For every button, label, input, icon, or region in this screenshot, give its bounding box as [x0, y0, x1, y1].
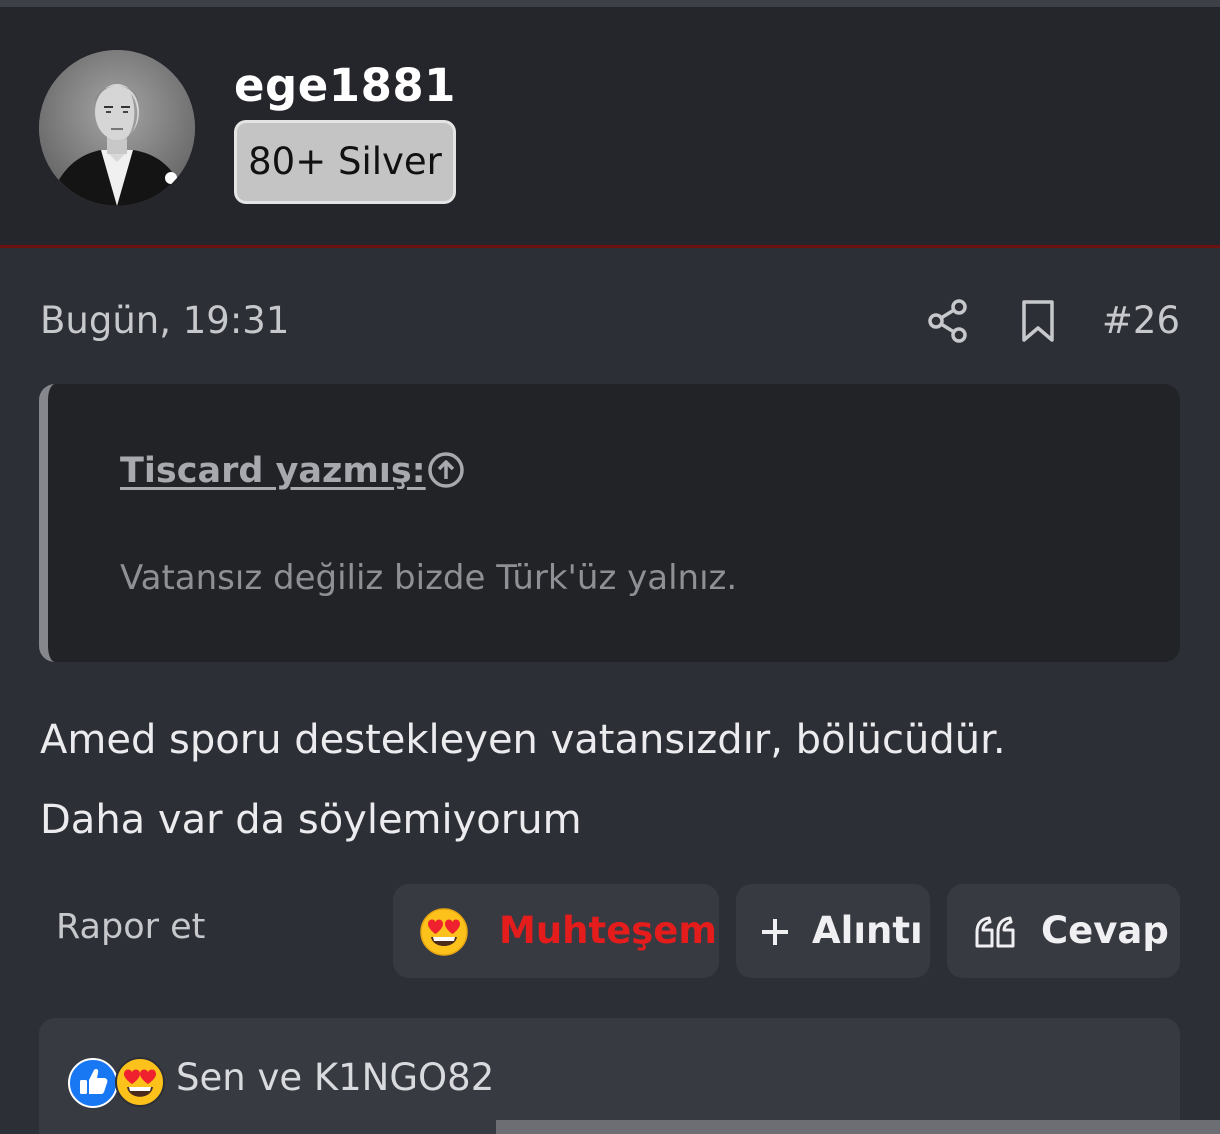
- quote-button[interactable]: Alıntı: [736, 884, 930, 978]
- bookmark-icon[interactable]: [1018, 298, 1058, 348]
- post-body-line: Amed sporu destekleyen vatansızdır, bölü…: [40, 717, 1006, 763]
- reaction-label: Muhteşem: [499, 909, 717, 952]
- reaction-button[interactable]: Muhteşem: [393, 884, 719, 978]
- username[interactable]: ege1881: [234, 58, 456, 114]
- quote-label: Alıntı: [812, 909, 923, 952]
- thumbs-up-icon: [68, 1058, 118, 1112]
- report-link[interactable]: Rapor et: [56, 902, 205, 952]
- arrow-up-circle-icon[interactable]: [426, 450, 466, 494]
- heart-eyes-emoji-icon: [419, 907, 469, 961]
- quotation-marks-icon: [975, 916, 1017, 952]
- avatar[interactable]: [39, 50, 195, 206]
- top-divider: [0, 0, 1220, 7]
- reactions-summary[interactable]: Sen ve K1NGO82: [176, 1052, 494, 1104]
- scroll-indicator: [496, 1120, 1220, 1134]
- plus-icon: [760, 917, 790, 951]
- post-page: ege1881 80+ Silver Bugün, 19:31 #26 Tisc…: [0, 0, 1220, 1134]
- share-icon[interactable]: [926, 298, 970, 348]
- post-number-link[interactable]: #26: [1100, 296, 1180, 346]
- reply-button[interactable]: Cevap: [947, 884, 1180, 978]
- quote-author-link[interactable]: Tiscard yazmış:: [120, 446, 426, 496]
- post-body: Amed sporu destekleyen vatansızdır, bölü…: [40, 700, 1006, 860]
- header-accent-divider: [0, 245, 1220, 248]
- heart-eyes-emoji-icon: [114, 1056, 166, 1112]
- quote-text: Vatansız değiliz bizde Türk'üz yalnız.: [120, 558, 738, 598]
- quote-block: Tiscard yazmış: Vatansız değiliz bizde T…: [39, 384, 1180, 662]
- reply-label: Cevap: [1041, 909, 1169, 952]
- rank-badge: 80+ Silver: [234, 120, 456, 204]
- post-body-line: Daha var da söylemiyorum: [40, 797, 582, 843]
- post-date[interactable]: Bugün, 19:31: [40, 296, 289, 346]
